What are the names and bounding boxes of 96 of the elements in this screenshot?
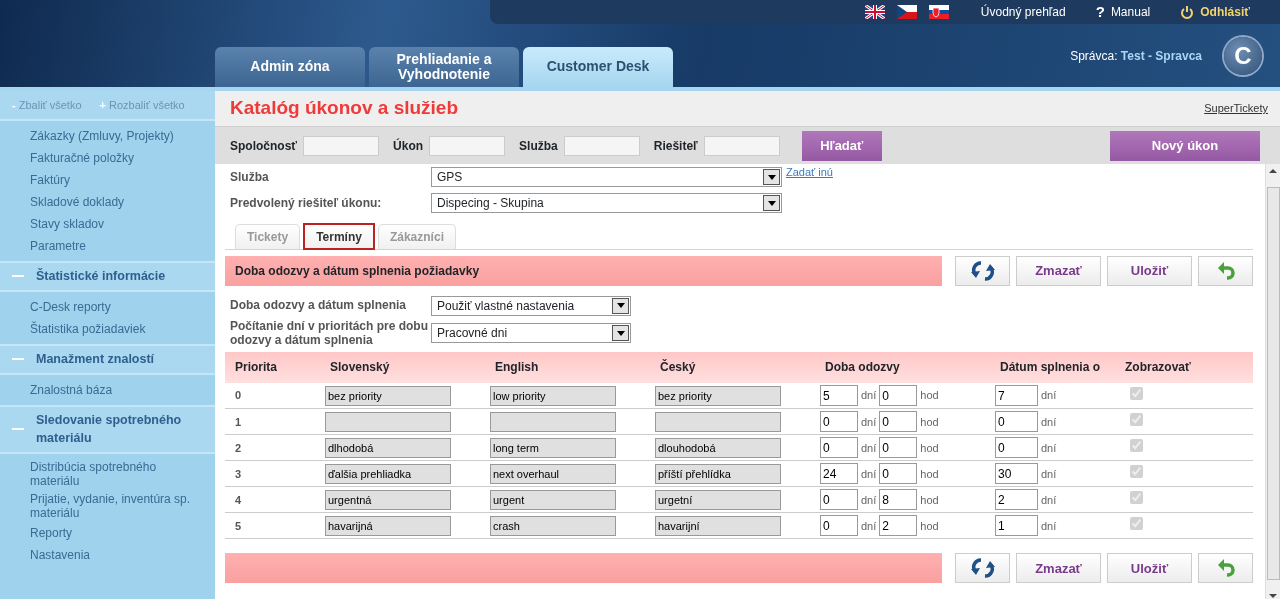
table-cell: 1 — [225, 408, 320, 435]
column-header: Priorita — [225, 351, 320, 383]
unit-label: hod — [920, 414, 939, 430]
search-button[interactable]: Hľadať — [801, 130, 882, 161]
table-cell: 0 — [225, 382, 320, 409]
unit-label: dní — [861, 518, 877, 534]
filter-label: Spoločnosť — [230, 137, 298, 155]
scrollbar[interactable] — [1265, 164, 1280, 599]
supertickety-link[interactable]: SuperTickety — [1204, 100, 1268, 117]
dropdown[interactable]: Dispecing - Skupina — [431, 193, 782, 213]
main-tab[interactable]: Customer Desk — [523, 47, 673, 87]
column-header: English — [485, 351, 650, 383]
name-field[interactable] — [325, 411, 451, 432]
unit-label: hod — [920, 466, 939, 482]
sidebar-item[interactable]: C-Desk reporty — [0, 295, 215, 318]
new-task-button[interactable]: Nový úkon — [1110, 130, 1260, 161]
unit-label: dní — [1041, 466, 1057, 482]
field-label: Služba — [229, 169, 270, 186]
name-field[interactable] — [655, 411, 781, 432]
unit-label: dní — [861, 492, 877, 508]
back-button[interactable] — [1198, 553, 1253, 584]
unit-label: hod — [920, 518, 939, 534]
table-cell: 4 — [225, 486, 320, 513]
column-header: Zobrazovať — [1115, 351, 1253, 383]
unit-label: dní — [861, 466, 877, 482]
column-header: Doba odozvy — [815, 351, 990, 383]
main-tab[interactable]: Prehliadanie a Vyhodnotenie — [369, 47, 519, 87]
filter-field[interactable] — [563, 135, 640, 156]
unit-label: dní — [1041, 518, 1057, 534]
tab[interactable]: Termíny — [304, 224, 374, 249]
filter-field[interactable] — [429, 135, 506, 156]
field-label: Predvolený riešiteľ úkonu: — [229, 195, 383, 212]
filter-label: Riešiteľ — [653, 137, 698, 155]
action-button[interactable]: Uložiť — [1107, 553, 1192, 584]
name-field[interactable] — [490, 411, 616, 432]
unit-label: dní — [1041, 440, 1057, 456]
filter-field[interactable] — [703, 135, 780, 156]
action-button[interactable]: Zmazať — [1016, 256, 1101, 286]
uk-flag-icon[interactable] — [864, 5, 885, 19]
refresh-button[interactable] — [955, 553, 1010, 584]
sidebar-item[interactable]: Znalostná báza — [0, 378, 215, 401]
table-cell: 2 — [225, 434, 320, 461]
sidebar-item[interactable]: Skladové doklady — [0, 191, 215, 213]
refresh-icon — [970, 260, 995, 282]
setting-label: Doba odozvy a dátum splnenia — [230, 298, 408, 313]
sidebar-item[interactable]: Fakturačné položky — [0, 147, 215, 169]
user-label: Správca: Test - Spravca — [1070, 47, 1202, 65]
action-button[interactable]: Zmazať — [1016, 553, 1101, 584]
column-header: Dátum splnenia o — [990, 351, 1115, 383]
logo: C — [1224, 36, 1262, 75]
unit-label: hod — [920, 388, 939, 404]
unit-label: dní — [861, 440, 877, 456]
czech-flag-icon[interactable] — [896, 5, 917, 19]
unit-label: dní — [861, 414, 877, 430]
sidebar-item[interactable]: Reporty — [0, 522, 215, 544]
column-header: Český — [650, 351, 815, 383]
filter-field[interactable] — [303, 135, 380, 156]
sidebar-item[interactable]: Zákazky (Zmluvy, Projekty) — [0, 125, 215, 147]
sidebar-item[interactable]: Štatistika požiadaviek — [0, 317, 215, 340]
refresh-icon — [970, 557, 995, 580]
dropdown[interactable]: Použiť vlastné nastavenia — [431, 295, 631, 316]
sidebar-item[interactable]: Nastavenia — [0, 544, 215, 566]
sidebar-item[interactable]: Faktúry — [0, 169, 215, 191]
unit-label: hod — [920, 440, 939, 456]
sidebar-item[interactable]: Parametre — [0, 235, 215, 257]
sidebar-item[interactable]: Prijatie, vydanie, inventúra sp. materiálu — [0, 490, 215, 522]
dropdown[interactable]: GPS — [431, 167, 782, 187]
refresh-button[interactable] — [955, 256, 1010, 286]
section-header: Doba odozvy a dátum splnenia požiadavky — [225, 256, 942, 286]
setting-label: Počítanie dní v prioritách pre dobu odozvy a dátum splnenia — [230, 319, 430, 348]
action-button[interactable]: Uložiť — [1107, 256, 1192, 286]
filter-label: Úkon — [393, 137, 424, 155]
main-tab[interactable]: Admin zóna — [215, 47, 365, 87]
sidebar-item[interactable]: Distribúcia spotrebného materiálu — [0, 458, 215, 490]
power-icon — [1180, 5, 1195, 19]
logout-link[interactable]: Odhlásiť — [1200, 3, 1250, 21]
home-link[interactable]: Úvodný prehľad — [980, 3, 1066, 21]
column-header: Slovenský — [320, 351, 485, 383]
sidebar-item[interactable]: Stavy skladov — [0, 213, 215, 235]
manual-link[interactable]: Manual — [1110, 3, 1151, 21]
unit-label: dní — [1041, 492, 1057, 508]
help-icon: ? — [1095, 0, 1105, 24]
enter-other-link[interactable]: Zadať inú — [786, 164, 833, 181]
filter-label: Služba — [519, 137, 558, 155]
slovak-flag-icon[interactable] — [928, 5, 949, 19]
undo-arrow-icon — [1216, 557, 1235, 580]
unit-label: dní — [861, 388, 877, 404]
unit-label: dní — [1041, 414, 1057, 430]
dropdown[interactable]: Pracovné dni — [431, 323, 631, 344]
back-button[interactable] — [1198, 256, 1253, 286]
table-cell: 5 — [225, 512, 320, 539]
unit-label: dní — [1041, 388, 1057, 404]
table-cell: 3 — [225, 460, 320, 487]
unit-label: hod — [920, 492, 939, 508]
page-title: Katalóg úkonov a služieb — [230, 97, 459, 120]
undo-arrow-icon — [1216, 260, 1235, 282]
